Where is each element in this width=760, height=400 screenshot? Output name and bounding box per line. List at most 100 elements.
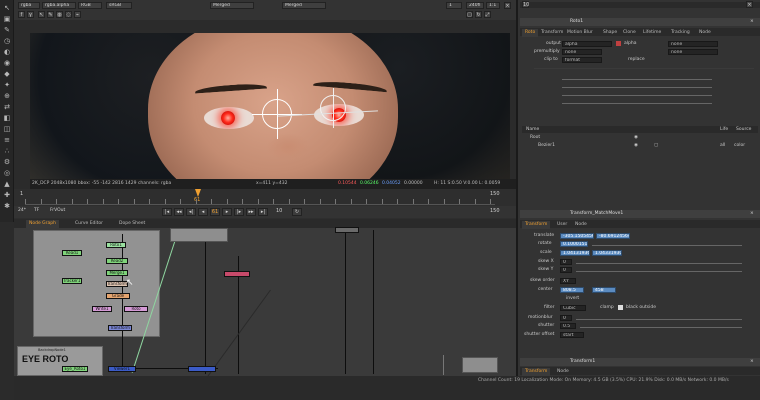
visibility-icon[interactable]: ◉ <box>634 134 638 141</box>
rotate-slider[interactable] <box>592 242 742 246</box>
plugin-icon[interactable]: ✚ <box>3 191 11 199</box>
toolsets-icon[interactable]: ⚙ <box>3 158 11 166</box>
layer-source[interactable]: color <box>734 142 745 149</box>
roto-select-icon[interactable]: ↖ <box>38 11 45 18</box>
tab-transform[interactable]: Transform <box>522 221 551 229</box>
color-icon[interactable]: ◉ <box>3 59 11 67</box>
output-select[interactable]: alpha <box>562 41 612 47</box>
tab-node-graph[interactable]: Node Graph <box>26 220 59 228</box>
tab-shape[interactable]: Shape <box>600 29 620 37</box>
transform-title-bar[interactable]: Transform_MatchMove1 × <box>520 210 760 218</box>
keyer-icon[interactable]: ✦ <box>3 81 11 89</box>
tab-lifetime[interactable]: Lifetime <box>640 29 664 37</box>
next-key-icon[interactable]: ▸▸ <box>246 208 256 216</box>
node-write1[interactable]: Write1 <box>92 306 112 312</box>
node-roto[interactable]: Roto <box>124 306 148 312</box>
node-grade[interactable]: Grade <box>106 293 130 299</box>
scale-x-field[interactable]: 1.04131936 <box>560 250 590 256</box>
lock-icon[interactable]: ▢ <box>466 11 473 18</box>
merge-b-select[interactable]: Merged <box>282 2 326 9</box>
shutter-slider[interactable] <box>580 324 742 328</box>
roto-brush-icon[interactable]: ◍ <box>56 11 63 18</box>
node-roto1[interactable]: Roto1 <box>106 242 126 248</box>
frame-field[interactable]: 1 <box>446 2 462 9</box>
backdrop-node[interactable] <box>33 230 160 337</box>
replace-label[interactable]: replace <box>628 56 645 63</box>
other-icon[interactable]: ◎ <box>3 169 11 177</box>
skew-order-select[interactable]: XY <box>560 278 576 284</box>
prev-key-icon[interactable]: ◂◂ <box>174 208 184 216</box>
draw-icon[interactable]: ✎ <box>3 26 11 34</box>
node-top-a[interactable] <box>335 227 359 233</box>
shutter-offset-select[interactable]: start <box>560 332 584 338</box>
metadata-icon[interactable]: ≡ <box>3 136 11 144</box>
display-select[interactable]: sRGB <box>106 2 132 9</box>
tab-transform-node[interactable]: Node <box>572 221 590 229</box>
refresh-icon[interactable]: ↻ <box>475 11 482 18</box>
first-frame-icon[interactable]: |◂ <box>162 208 172 216</box>
node-eye-roto[interactable]: Eye_Roto1 <box>62 366 88 372</box>
tab-roto-node[interactable]: Node <box>696 29 714 37</box>
transform-close-icon[interactable]: × <box>750 210 754 218</box>
motionblur-slider[interactable] <box>576 316 742 320</box>
tab-dope-sheet[interactable]: Dope Sheet <box>116 220 148 228</box>
colorspace-select[interactable]: RGB <box>78 2 102 9</box>
fps-label[interactable]: 24* <box>18 208 26 213</box>
node-transform[interactable]: Transform <box>106 281 128 287</box>
black-outside-label[interactable]: black outside <box>626 304 656 311</box>
play-icon[interactable]: ▸ <box>222 208 232 216</box>
motionblur-field[interactable]: 0 <box>560 315 572 321</box>
node-read1[interactable]: Read1 <box>62 250 82 256</box>
clamp-label[interactable]: clamp <box>600 304 614 311</box>
tab-motion-blur[interactable]: Motion Blur <box>564 29 596 37</box>
tab-roto[interactable]: Roto <box>522 29 539 37</box>
transform2-title-bar[interactable]: Transform1 × <box>520 358 760 366</box>
premultiply-extra[interactable]: none <box>668 49 718 55</box>
rotate-field[interactable]: 0.10001512 <box>560 241 588 247</box>
resolution-select[interactable]: 240fi <box>466 2 484 9</box>
channel-select[interactable]: rgba <box>18 2 40 9</box>
roto-link-icon[interactable]: ⌁ <box>74 11 81 18</box>
clear-icon[interactable]: × <box>746 1 753 8</box>
node-viewer[interactable]: Viewer1 <box>108 366 136 372</box>
invert-label[interactable]: invert <box>566 295 579 302</box>
node-tracker[interactable]: Tracker1 <box>62 278 82 284</box>
loop-icon[interactable]: ↻ <box>292 208 302 216</box>
range-label[interactable]: FrVOut <box>50 208 65 213</box>
node-merge[interactable]: Merge1 <box>106 270 128 276</box>
tab-transform2-node[interactable]: Node <box>554 368 572 376</box>
layer-root[interactable]: Root <box>530 134 540 141</box>
particles-icon[interactable]: ∴ <box>3 147 11 155</box>
tab-user[interactable]: User <box>554 221 570 229</box>
center-y-field[interactable]: 458 <box>592 287 616 293</box>
roto-title-bar[interactable]: Roto1 × <box>520 18 760 26</box>
roto-slider-3[interactable] <box>562 92 712 96</box>
node-floating[interactable] <box>224 271 250 277</box>
fullscreen-icon[interactable]: ⤢ <box>484 11 491 18</box>
tab-tracking[interactable]: Tracking <box>668 29 693 37</box>
visibility-icon-2[interactable]: ◉ <box>634 142 638 149</box>
tab-clone[interactable]: Clone <box>620 29 639 37</box>
roto-close-icon[interactable]: × <box>750 18 754 26</box>
node-transform2[interactable]: Transform <box>108 325 132 331</box>
image-icon[interactable]: ▣ <box>3 15 11 23</box>
roto-slider-4[interactable] <box>562 100 712 104</box>
black-outside-checkbox[interactable] <box>618 305 623 310</box>
eye-roto-backdrop[interactable]: BackdropNode1 EYE ROTO Eye_Roto1 <box>17 346 103 376</box>
3d-icon[interactable]: ◧ <box>3 114 11 122</box>
time-icon[interactable]: ◷ <box>3 37 11 45</box>
backdrop-node-2[interactable] <box>170 228 228 242</box>
prev-frame-icon[interactable]: ◂| <box>186 208 196 216</box>
lock-layer-icon[interactable]: ▢ <box>654 142 658 149</box>
tab-curve-editor[interactable]: Curve Editor <box>72 220 106 228</box>
scale-y-field[interactable]: 1.04331930 <box>592 250 622 256</box>
playhead[interactable] <box>195 189 201 197</box>
backdrop-node-3[interactable] <box>462 357 498 373</box>
translate-y-field[interactable]: -80.69124564 <box>596 233 630 239</box>
close-icon[interactable]: × <box>504 2 511 9</box>
pointer-icon[interactable]: ↖ <box>3 4 11 12</box>
layer-bezier[interactable]: Bezier1 <box>538 142 555 149</box>
layer-life[interactable]: all <box>720 142 725 149</box>
filter-icon[interactable]: ◆ <box>3 70 11 78</box>
settings-icon[interactable]: ✱ <box>3 202 11 210</box>
